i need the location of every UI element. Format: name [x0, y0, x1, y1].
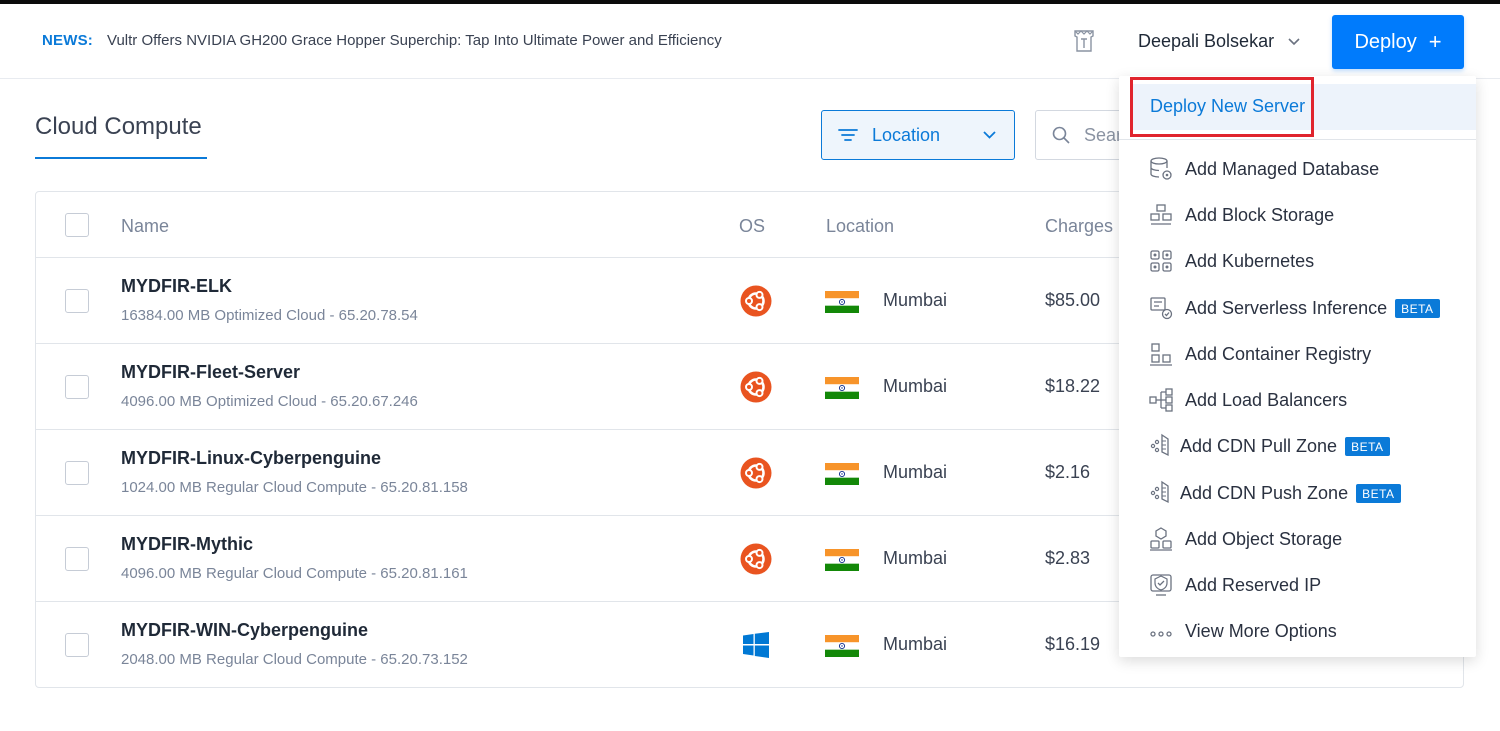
india-flag-icon	[825, 549, 859, 571]
menu-item-label: Add Block Storage	[1185, 204, 1335, 225]
row-checkbox[interactable]	[65, 461, 89, 485]
menu-item-label: Add Kubernetes	[1185, 250, 1315, 271]
ubuntu-icon	[740, 285, 772, 317]
menu-item-add-object-storage[interactable]: Add Object Storage	[1119, 519, 1476, 559]
india-flag-icon	[825, 291, 859, 313]
menu-item-label: Add CDN Pull Zone	[1180, 435, 1338, 456]
server-name[interactable]: MYDFIR-Fleet-Server	[121, 362, 300, 383]
server-location: Mumbai	[883, 376, 948, 396]
server-name[interactable]: MYDFIR-ELK	[121, 276, 232, 297]
server-details: 16384.00 MB Optimized Cloud - 65.20.78.5…	[121, 307, 418, 324]
server-name[interactable]: MYDFIR-WIN-Cyberpenguine	[121, 620, 368, 641]
news-label: NEWS:	[42, 32, 93, 49]
chevron-down-icon	[983, 131, 996, 139]
top-header: NEWS: Vultr Offers NVIDIA GH200 Grace Ho…	[0, 4, 1500, 79]
windows-icon	[740, 629, 772, 661]
location-filter-dropdown[interactable]: Location	[821, 110, 1015, 160]
row-checkbox[interactable]	[65, 375, 89, 399]
column-header-os: OS	[739, 216, 766, 236]
menu-item-add-reserved-ip[interactable]: Add Reserved IP	[1119, 565, 1476, 605]
database-icon	[1148, 156, 1174, 182]
deploy-new-server-item[interactable]: Deploy New Server	[1131, 84, 1476, 130]
cdn-icon	[1148, 433, 1174, 459]
menu-item-label: Add Serverless Inference	[1185, 297, 1388, 318]
object-storage-icon	[1148, 526, 1174, 552]
page-title: Cloud Compute	[35, 113, 202, 140]
search-icon	[1052, 126, 1070, 144]
server-charges: $85.00	[1045, 290, 1101, 310]
beta-badge: BETA	[1345, 436, 1390, 456]
deploy-new-server-label: Deploy New Server	[1150, 96, 1306, 116]
more-icon	[1148, 618, 1174, 644]
menu-item-add-container-registry[interactable]: Add Container Registry	[1119, 334, 1476, 374]
user-name: Deepali Bolsekar	[1138, 31, 1275, 51]
filter-icon	[838, 129, 858, 141]
menu-item-add-cdn-pull-zone[interactable]: Add CDN Pull Zone BETA	[1119, 426, 1476, 466]
server-details: 4096.00 MB Regular Cloud Compute - 65.20…	[121, 565, 468, 582]
server-location: Mumbai	[883, 634, 948, 654]
menu-item-label: Add Load Balancers	[1185, 389, 1348, 410]
block-storage-icon	[1148, 202, 1174, 228]
plus-icon: +	[1428, 29, 1442, 54]
server-details: 2048.00 MB Regular Cloud Compute - 65.20…	[121, 651, 468, 668]
server-charges: $16.19	[1045, 634, 1101, 654]
server-location: Mumbai	[883, 548, 948, 568]
beta-badge: BETA	[1395, 298, 1440, 318]
load-balancer-icon	[1148, 387, 1174, 413]
menu-item-label: Add CDN Push Zone	[1180, 482, 1349, 503]
menu-item-add-block-storage[interactable]: Add Block Storage	[1119, 195, 1476, 235]
row-checkbox[interactable]	[65, 633, 89, 657]
menu-item-label: Add Reserved IP	[1185, 574, 1322, 595]
server-name[interactable]: MYDFIR-Linux-Cyberpenguine	[121, 448, 381, 469]
menu-item-add-managed-database[interactable]: Add Managed Database	[1119, 149, 1476, 189]
menu-item-add-load-balancers[interactable]: Add Load Balancers	[1119, 380, 1476, 420]
menu-item-label: Add Object Storage	[1185, 528, 1343, 549]
column-header-charges[interactable]: Charges	[1045, 216, 1113, 237]
news-text[interactable]: Vultr Offers NVIDIA GH200 Grace Hopper S…	[107, 32, 722, 49]
chevron-down-icon	[1288, 38, 1300, 46]
news-banner[interactable]: NEWS: Vultr Offers NVIDIA GH200 Grace Ho…	[42, 32, 722, 49]
ubuntu-icon	[740, 371, 772, 403]
ubuntu-icon	[740, 457, 772, 489]
menu-item-add-cdn-push-zone[interactable]: Add CDN Push Zone BETA	[1119, 473, 1476, 513]
menu-item-label: View More Options	[1185, 620, 1337, 641]
serverless-icon	[1148, 295, 1174, 321]
india-flag-icon	[825, 463, 859, 485]
reserved-ip-icon	[1148, 572, 1174, 598]
server-location: Mumbai	[883, 462, 948, 482]
menu-item-label: Add Container Registry	[1185, 343, 1372, 364]
column-header-location[interactable]: Location	[826, 216, 894, 237]
india-flag-icon	[825, 635, 859, 657]
cdn-icon	[1148, 480, 1174, 506]
server-details: 1024.00 MB Regular Cloud Compute - 65.20…	[121, 479, 468, 496]
select-all-checkbox[interactable]	[65, 213, 89, 237]
container-registry-icon	[1148, 341, 1174, 367]
server-details: 4096.00 MB Optimized Cloud - 65.20.67.24…	[121, 393, 418, 410]
menu-divider	[1119, 139, 1476, 140]
deploy-dropdown-menu: Deploy New Server Add Managed Database Ad…	[1119, 76, 1476, 657]
server-location: Mumbai	[883, 290, 948, 310]
deploy-label: Deploy	[1354, 30, 1417, 53]
support-ticket-icon[interactable]	[1072, 28, 1096, 54]
server-name[interactable]: MYDFIR-Mythic	[121, 534, 253, 555]
menu-item-label: Add Managed Database	[1185, 158, 1380, 179]
server-charges: $2.83	[1045, 548, 1091, 568]
row-checkbox[interactable]	[65, 289, 89, 313]
menu-item-add-kubernetes[interactable]: Add Kubernetes	[1119, 241, 1476, 281]
location-filter-label: Location	[872, 124, 941, 145]
title-underline	[35, 157, 207, 159]
kubernetes-icon	[1148, 248, 1174, 274]
column-header-name[interactable]: Name	[121, 216, 169, 237]
india-flag-icon	[825, 377, 859, 399]
beta-badge: BETA	[1356, 483, 1401, 503]
menu-item-view-more-options[interactable]: View More Options	[1119, 611, 1476, 651]
menu-item-add-serverless-inference[interactable]: Add Serverless Inference BETA	[1119, 288, 1476, 328]
server-charges: $2.16	[1045, 462, 1091, 482]
deploy-button[interactable]: Deploy +	[1332, 15, 1464, 69]
ubuntu-icon	[740, 543, 772, 575]
user-menu[interactable]: Deepali Bolsekar	[1138, 31, 1300, 52]
server-charges: $18.22	[1045, 376, 1101, 396]
row-checkbox[interactable]	[65, 547, 89, 571]
